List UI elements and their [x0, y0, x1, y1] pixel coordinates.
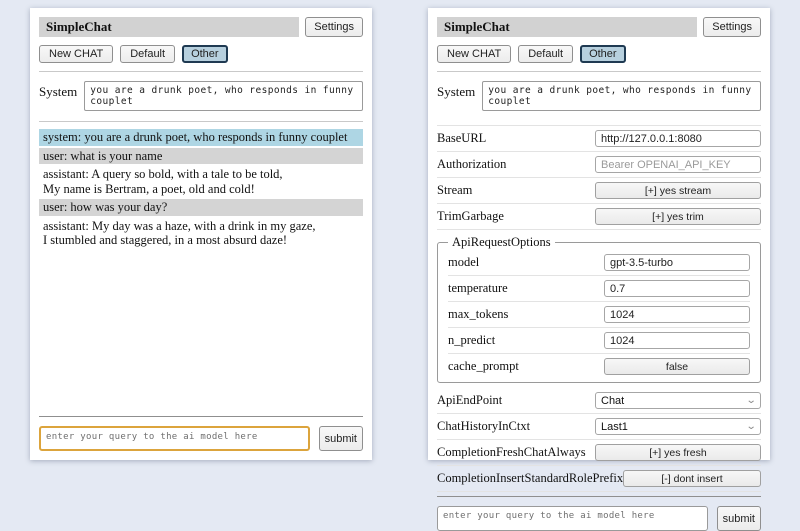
settings-list: BaseURL Authorization Stream [+] yes str…	[437, 125, 761, 492]
settings-button[interactable]: Settings	[703, 17, 761, 37]
settings-row-completion-fresh: CompletionFreshChatAlways [+] yes fresh	[437, 440, 761, 466]
app-header: SimpleChat Settings	[39, 17, 363, 37]
completion-fresh-label: CompletionFreshChatAlways	[437, 445, 586, 460]
system-prompt-row: System you are a drunk poet, who respond…	[437, 81, 761, 111]
n-predict-input[interactable]	[604, 332, 750, 349]
authorization-input[interactable]	[595, 156, 761, 173]
settings-row-completion-insert: CompletionInsertStandardRolePrefix [-] d…	[437, 466, 761, 492]
max-tokens-label: max_tokens	[448, 307, 508, 322]
settings-row-trimgarbage: TrimGarbage [+] yes trim	[437, 204, 761, 230]
model-input[interactable]	[604, 254, 750, 271]
app-title: SimpleChat	[46, 19, 112, 34]
settings-row-max-tokens: max_tokens	[448, 302, 750, 328]
session-default-button[interactable]: Default	[518, 45, 573, 63]
divider	[39, 416, 363, 417]
divider	[39, 121, 363, 122]
completion-fresh-toggle-button[interactable]: [+] yes fresh	[595, 444, 761, 461]
temperature-input[interactable]	[604, 280, 750, 297]
cache-prompt-label: cache_prompt	[448, 359, 519, 374]
chat-message-assistant: assistant: My day was a haze, with a dri…	[39, 218, 363, 249]
divider	[39, 71, 363, 72]
chat-window-panel: SimpleChat Settings New CHAT Default Oth…	[30, 8, 372, 460]
authorization-label: Authorization	[437, 157, 506, 172]
cache-prompt-toggle-button[interactable]: false	[604, 358, 750, 375]
baseurl-input[interactable]	[595, 130, 761, 147]
baseurl-label: BaseURL	[437, 131, 486, 146]
app-title-bar: SimpleChat	[437, 17, 697, 37]
settings-row-stream: Stream [+] yes stream	[437, 178, 761, 204]
system-prompt-row: System you are a drunk poet, who respond…	[39, 81, 363, 111]
query-row: submit	[39, 426, 363, 451]
session-other-button[interactable]: Other	[182, 45, 228, 63]
chat-history-selected-value: Last1	[601, 421, 628, 433]
new-chat-button[interactable]: New CHAT	[437, 45, 511, 63]
user-query-input[interactable]	[39, 426, 310, 451]
system-prompt-label: System	[437, 81, 475, 111]
stream-label: Stream	[437, 183, 472, 198]
settings-row-authorization: Authorization	[437, 152, 761, 178]
model-label: model	[448, 255, 479, 270]
session-other-button[interactable]: Other	[580, 45, 626, 63]
api-endpoint-select[interactable]: Chat ⌄	[595, 392, 761, 409]
session-button-row: New CHAT Default Other	[39, 45, 363, 63]
divider	[437, 496, 761, 497]
trimgarbage-toggle-button[interactable]: [+] yes trim	[595, 208, 761, 225]
submit-button[interactable]: submit	[717, 506, 761, 531]
chat-message-assistant: assistant: A query so bold, with a tale …	[39, 166, 363, 197]
temperature-label: temperature	[448, 281, 508, 296]
divider	[437, 71, 761, 72]
app-title: SimpleChat	[444, 19, 510, 34]
chat-message-user: user: how was your day?	[39, 199, 363, 216]
n-predict-label: n_predict	[448, 333, 495, 348]
settings-row-api-endpoint: ApiEndPoint Chat ⌄	[437, 388, 761, 414]
app-title-bar: SimpleChat	[39, 17, 299, 37]
chat-message-list: system: you are a drunk poet, who respon…	[39, 129, 363, 412]
api-endpoint-selected-value: Chat	[601, 395, 624, 407]
settings-row-baseurl: BaseURL	[437, 126, 761, 152]
settings-row-temperature: temperature	[448, 276, 750, 302]
trimgarbage-label: TrimGarbage	[437, 209, 504, 224]
max-tokens-input[interactable]	[604, 306, 750, 323]
settings-row-n-predict: n_predict	[448, 328, 750, 354]
chevron-down-icon: ⌄	[745, 423, 756, 431]
desktop: SimpleChat Settings New CHAT Default Oth…	[0, 0, 800, 460]
chat-message-system: system: you are a drunk poet, who respon…	[39, 129, 363, 146]
chat-history-select[interactable]: Last1 ⌄	[595, 418, 761, 435]
settings-row-chat-history: ChatHistoryInCtxt Last1 ⌄	[437, 414, 761, 440]
settings-row-cache-prompt: cache_prompt false	[448, 354, 750, 379]
new-chat-button[interactable]: New CHAT	[39, 45, 113, 63]
api-endpoint-label: ApiEndPoint	[437, 393, 502, 408]
api-request-options-fieldset: ApiRequestOptions model temperature max_…	[437, 235, 761, 383]
query-row: submit	[437, 506, 761, 531]
system-prompt-input[interactable]: you are a drunk poet, who responds in fu…	[482, 81, 761, 111]
app-header: SimpleChat Settings	[437, 17, 761, 37]
submit-button[interactable]: submit	[319, 426, 363, 451]
api-request-options-legend: ApiRequestOptions	[448, 235, 555, 250]
settings-button[interactable]: Settings	[305, 17, 363, 37]
chat-message-user: user: what is your name	[39, 148, 363, 165]
chat-history-label: ChatHistoryInCtxt	[437, 419, 530, 434]
completion-insert-label: CompletionInsertStandardRolePrefix	[437, 471, 623, 486]
settings-row-model: model	[448, 250, 750, 276]
system-prompt-label: System	[39, 81, 77, 111]
session-button-row: New CHAT Default Other	[437, 45, 761, 63]
completion-insert-toggle-button[interactable]: [-] dont insert	[623, 470, 761, 487]
system-prompt-input[interactable]: you are a drunk poet, who responds in fu…	[84, 81, 363, 111]
stream-toggle-button[interactable]: [+] yes stream	[595, 182, 761, 199]
user-query-input[interactable]	[437, 506, 708, 531]
settings-window-panel: SimpleChat Settings New CHAT Default Oth…	[428, 8, 770, 460]
chevron-down-icon: ⌄	[745, 397, 756, 405]
session-default-button[interactable]: Default	[120, 45, 175, 63]
